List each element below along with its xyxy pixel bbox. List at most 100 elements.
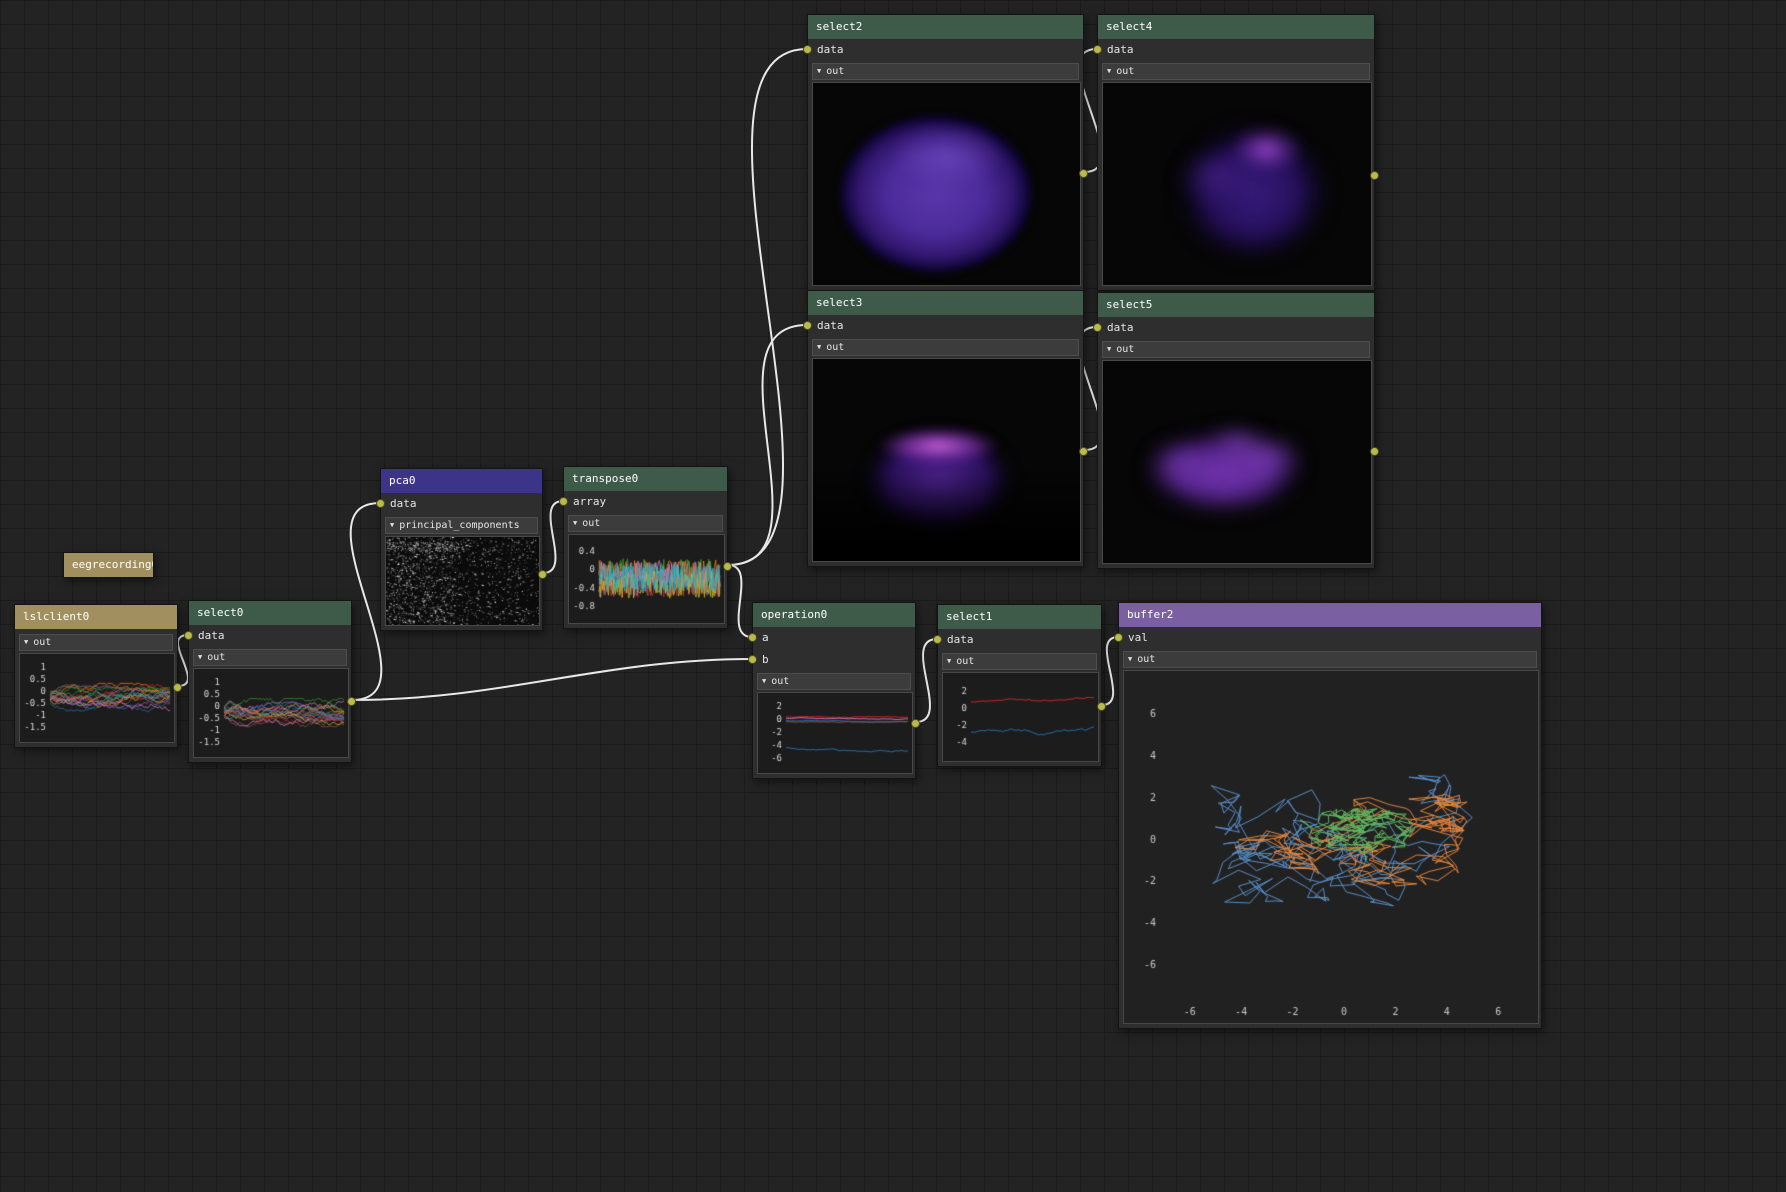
node-header[interactable]: eegrecording0	[64, 553, 153, 577]
input-row-a: a	[753, 627, 915, 649]
input-port-data[interactable]	[376, 499, 385, 508]
node-lslclient0[interactable]: lslclient0 ▼out	[14, 604, 178, 748]
collapse-icon[interactable]: ▼	[1107, 68, 1111, 75]
node-select4[interactable]: select4 data ▼ out	[1097, 14, 1375, 291]
input-label: data	[390, 497, 417, 510]
section-bar-out[interactable]: ▼ out	[1123, 651, 1537, 668]
node-select5[interactable]: select5 data ▼out	[1097, 292, 1375, 569]
node-header[interactable]: buffer2	[1119, 603, 1541, 627]
input-port-data[interactable]	[1093, 45, 1102, 54]
output-port-out[interactable]	[1097, 702, 1106, 711]
output-port-out[interactable]	[347, 697, 356, 706]
output-port-out[interactable]	[538, 570, 547, 579]
output-port-out[interactable]	[911, 719, 920, 728]
image-preview	[812, 82, 1081, 286]
input-port-data[interactable]	[1093, 323, 1102, 332]
collapse-icon[interactable]: ▼	[390, 522, 394, 529]
input-port-data[interactable]	[933, 635, 942, 644]
node-graph-canvas[interactable]: eegrecording0lslclient0▼outselect0data▼o…	[0, 0, 1786, 1192]
node-header[interactable]: select2	[808, 15, 1083, 39]
node-operation0[interactable]: operation0 ab ▼ out	[752, 602, 916, 779]
node-header[interactable]: select1	[938, 605, 1101, 629]
input-port-val[interactable]	[1114, 633, 1123, 642]
plot-preview	[1123, 670, 1539, 1024]
node-title: lslclient0	[23, 610, 89, 623]
input-port-array[interactable]	[559, 497, 568, 506]
plot-preview	[568, 534, 725, 624]
collapse-icon[interactable]: ▼	[198, 654, 202, 661]
input-port-a[interactable]	[748, 633, 757, 642]
input-label: data	[198, 629, 225, 642]
input-label: data	[817, 43, 844, 56]
output-port-out[interactable]	[173, 683, 182, 692]
section-label: out	[771, 676, 789, 687]
section-bar-out[interactable]: ▼ out	[757, 673, 911, 690]
input-row-data: data	[1098, 317, 1374, 339]
node-select0[interactable]: select0 data ▼ out	[188, 600, 352, 763]
input-port-b[interactable]	[748, 655, 757, 664]
node-eegrecording0[interactable]: eegrecording0	[63, 552, 154, 578]
collapse-icon[interactable]: ▼	[1128, 656, 1132, 663]
section-bar-out[interactable]: ▼ out	[193, 649, 347, 666]
node-title: eegrecording0	[72, 558, 153, 571]
output-port-out[interactable]	[1079, 447, 1088, 456]
input-label: data	[1107, 321, 1134, 334]
node-transpose0[interactable]: transpose0 array ▼out	[563, 466, 728, 629]
section-bar-out[interactable]: ▼ out	[812, 63, 1079, 80]
section-bar-out[interactable]: ▼out	[568, 515, 723, 532]
section-bar-out[interactable]: ▼out	[1102, 341, 1370, 358]
input-row-b: b	[753, 649, 915, 671]
collapse-icon[interactable]: ▼	[947, 658, 951, 665]
input-label: array	[573, 495, 606, 508]
collapse-icon[interactable]: ▼	[762, 678, 766, 685]
input-port-data[interactable]	[803, 321, 812, 330]
node-header[interactable]: transpose0	[564, 467, 727, 491]
node-select1[interactable]: select1data▼out	[937, 604, 1102, 767]
section-label: out	[826, 66, 844, 77]
output-port-out[interactable]	[1079, 169, 1088, 178]
node-title: pca0	[389, 474, 416, 487]
node-select3[interactable]: select3data▼out	[807, 290, 1084, 567]
input-row-data: data	[381, 493, 542, 515]
input-row-data: data	[189, 625, 351, 647]
plot-preview	[19, 653, 175, 743]
section-label: out	[207, 652, 225, 663]
node-header[interactable]: select0	[189, 601, 351, 625]
input-port-data[interactable]	[803, 45, 812, 54]
node-header[interactable]: operation0	[753, 603, 915, 627]
section-bar-out[interactable]: ▼ out	[812, 339, 1079, 356]
plot-preview	[757, 692, 913, 774]
node-buffer2[interactable]: buffer2 val ▼ out	[1118, 602, 1542, 1029]
input-label: val	[1128, 631, 1148, 644]
image-preview	[812, 358, 1081, 562]
node-header[interactable]: select3	[808, 291, 1083, 315]
collapse-icon[interactable]: ▼	[817, 344, 821, 351]
section-bar-out[interactable]: ▼ out	[1102, 63, 1370, 80]
node-header[interactable]: pca0	[381, 469, 542, 493]
plot-preview	[942, 672, 1099, 762]
section-bar-out[interactable]: ▼out	[19, 634, 173, 651]
output-port-out[interactable]	[1370, 171, 1379, 180]
node-header[interactable]: select5	[1098, 293, 1374, 317]
node-title: operation0	[761, 608, 827, 621]
section-label: out	[1116, 66, 1134, 77]
node-select2[interactable]: select2 data ▼ out	[807, 14, 1084, 291]
section-label: out	[956, 656, 974, 667]
collapse-icon[interactable]: ▼	[573, 520, 577, 527]
section-label: out	[1137, 654, 1155, 665]
section-bar-principal_components[interactable]: ▼ principal_components	[385, 517, 538, 534]
collapse-icon[interactable]: ▼	[817, 68, 821, 75]
input-label: data	[1107, 43, 1134, 56]
section-label: out	[826, 342, 844, 353]
collapse-icon[interactable]: ▼	[24, 639, 28, 646]
node-title: select3	[816, 296, 862, 309]
collapse-icon[interactable]: ▼	[1107, 346, 1111, 353]
node-header[interactable]: lslclient0	[15, 605, 177, 629]
node-pca0[interactable]: pca0 data ▼ principal_components	[380, 468, 543, 631]
section-bar-out[interactable]: ▼ out	[942, 653, 1097, 670]
node-header[interactable]: select4	[1098, 15, 1374, 39]
section-label: principal_components	[399, 520, 519, 531]
output-port-out[interactable]	[723, 562, 732, 571]
output-port-out[interactable]	[1370, 447, 1379, 456]
input-port-data[interactable]	[184, 631, 193, 640]
